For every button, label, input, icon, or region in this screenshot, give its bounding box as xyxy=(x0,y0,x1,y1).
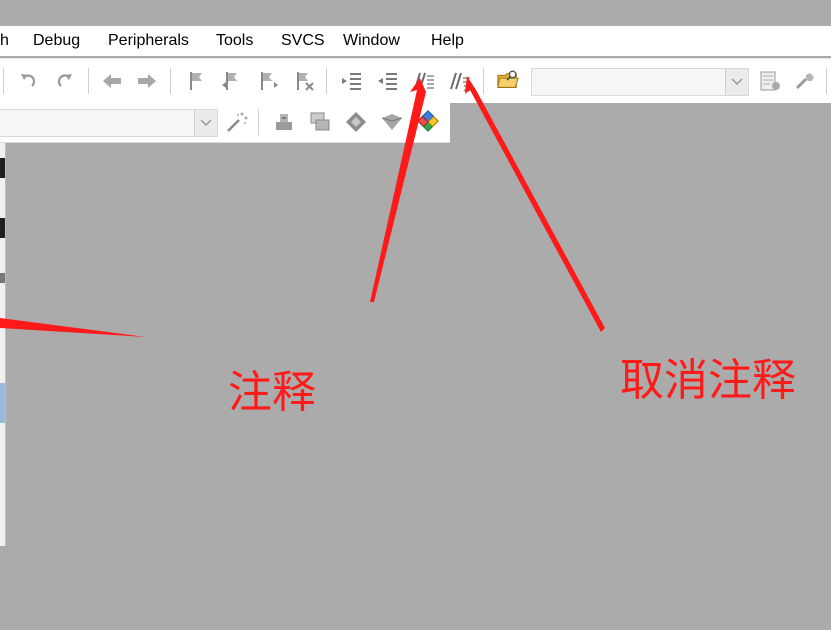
menu-help[interactable]: Help xyxy=(431,32,464,50)
indent-icon[interactable] xyxy=(340,69,364,93)
undo-icon[interactable] xyxy=(16,69,40,93)
toolbar-separator xyxy=(170,68,171,94)
find-in-files-icon[interactable] xyxy=(496,68,520,92)
nav-forward-icon[interactable] xyxy=(135,69,159,93)
find-combo[interactable] xyxy=(531,68,749,96)
bookmark-toggle-icon[interactable] xyxy=(184,69,208,93)
menu-search[interactable]: h xyxy=(0,32,9,50)
panel-fragment xyxy=(0,158,5,178)
toolbar-separator xyxy=(483,68,484,94)
comment-annotation-label: 注释 xyxy=(228,367,316,418)
menu-svcs[interactable]: SVCS xyxy=(281,32,325,50)
toolbar-separator xyxy=(3,68,4,94)
panel-fragment xyxy=(0,273,5,283)
toolbar-separator xyxy=(258,109,259,135)
load-icon[interactable] xyxy=(272,110,296,134)
menu-peripherals[interactable]: Peripherals xyxy=(108,32,189,50)
menu-debug[interactable]: Debug xyxy=(33,32,80,50)
uncomment-icon[interactable] xyxy=(448,69,472,93)
translate-icon[interactable] xyxy=(308,110,332,134)
comment-icon[interactable] xyxy=(412,69,436,93)
chevron-down-icon[interactable] xyxy=(725,69,748,95)
menu-window[interactable]: Window xyxy=(343,32,400,50)
uncomment-annotation-label: 取消注释 xyxy=(620,355,796,406)
diamond-icon[interactable] xyxy=(344,110,368,134)
debug-settings-icon[interactable] xyxy=(794,69,818,93)
target-toolbar xyxy=(0,102,450,143)
bookmark-clear-icon[interactable] xyxy=(292,69,316,93)
toolbar-separator xyxy=(88,68,89,94)
unindent-icon[interactable] xyxy=(376,69,400,93)
menu-tools[interactable]: Tools xyxy=(216,32,253,50)
panel-fragment xyxy=(0,218,5,238)
chevron-down-icon[interactable] xyxy=(194,110,217,136)
toolbar-separator xyxy=(826,68,827,94)
nav-back-icon[interactable] xyxy=(100,69,124,93)
bookmark-prev-icon[interactable] xyxy=(219,69,243,93)
target-combo[interactable] xyxy=(0,109,218,137)
toolbar-separator xyxy=(326,68,327,94)
redo-icon[interactable] xyxy=(53,69,77,93)
menu-bar: h Debug Peripherals Tools SVCS Window He… xyxy=(0,26,831,56)
panel-fragment xyxy=(0,383,5,423)
project-panel-edge xyxy=(0,143,6,546)
bookmark-next-icon[interactable] xyxy=(256,69,280,93)
build-toolbar xyxy=(0,58,831,103)
magic-wand-icon[interactable] xyxy=(225,110,249,134)
rte-manage-icon[interactable] xyxy=(416,109,440,133)
pack-installer-icon[interactable] xyxy=(380,110,404,134)
configure-icon[interactable] xyxy=(758,69,782,93)
